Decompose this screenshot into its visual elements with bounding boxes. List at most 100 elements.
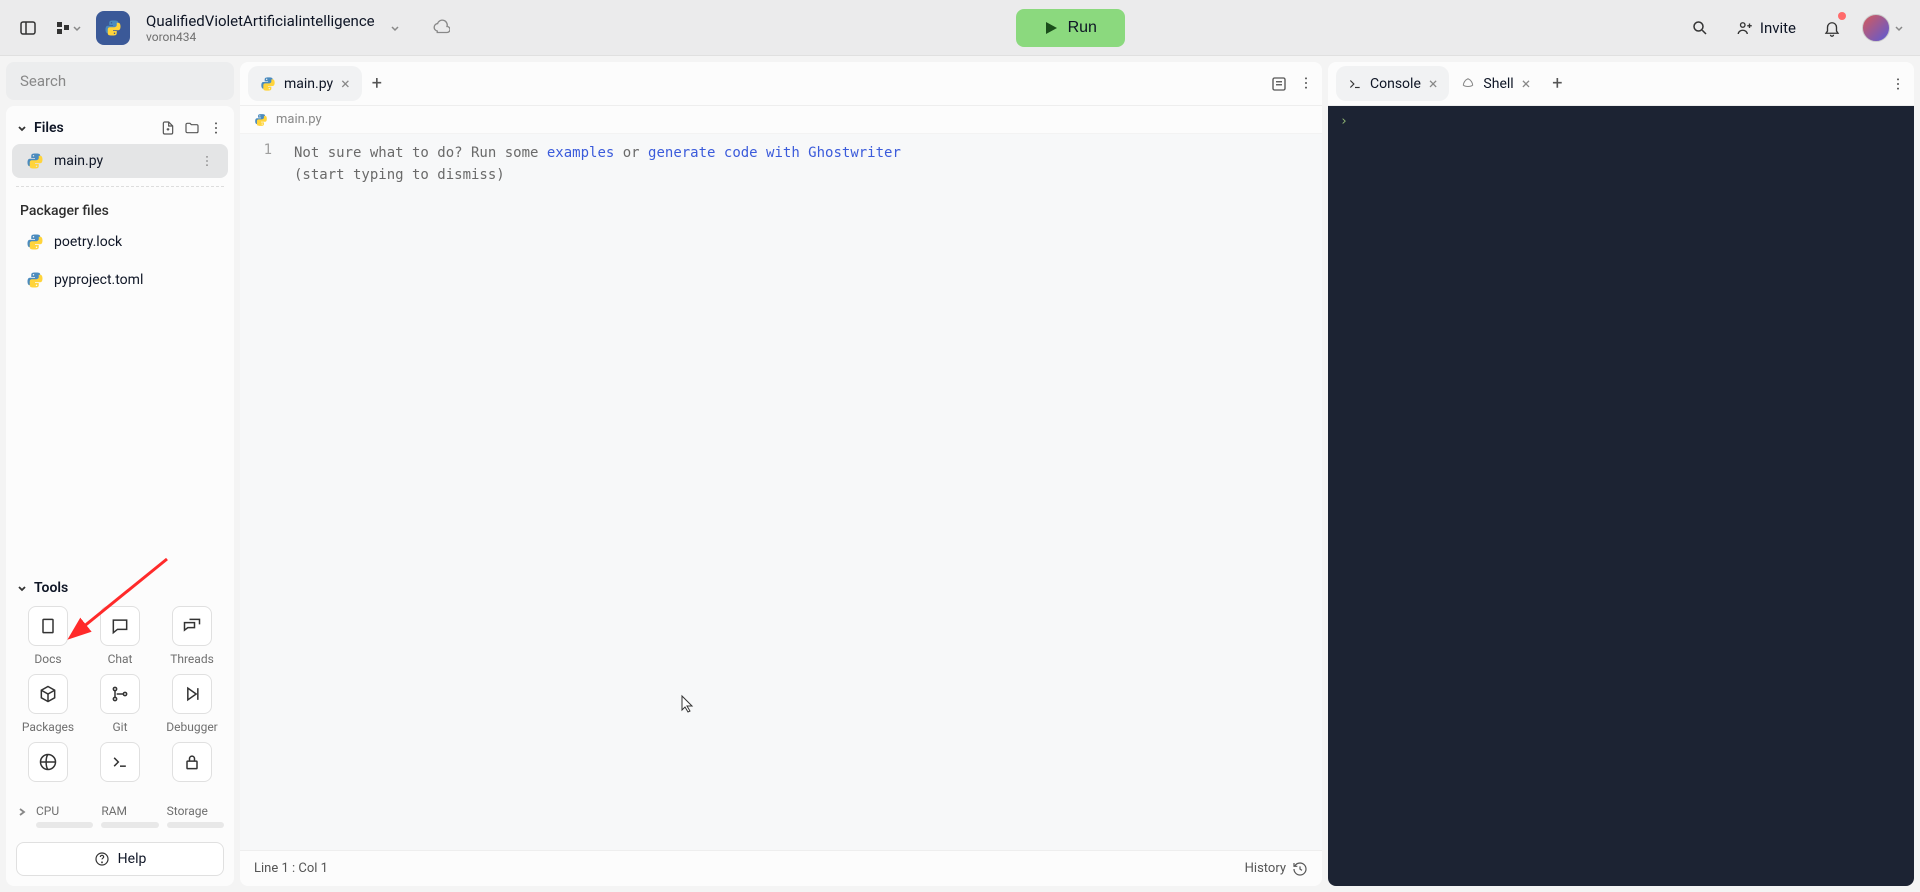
header-left: QualifiedVioletArtificialintelligence vo… (12, 11, 457, 45)
tools-header[interactable]: Tools (16, 576, 224, 606)
top-header: QualifiedVioletArtificialintelligence vo… (0, 0, 1920, 56)
close-icon[interactable]: × (1522, 74, 1531, 93)
packages-icon (28, 674, 68, 714)
tools-section: Tools Docs Chat Threads Packages Git Deb… (6, 568, 234, 796)
tools-title: Tools (34, 580, 68, 596)
resource-cpu: CPU (36, 804, 93, 828)
search-input[interactable]: Search (6, 62, 234, 100)
python-icon (254, 113, 268, 127)
chat-icon (100, 606, 140, 646)
tab-label: main.py (284, 76, 333, 92)
replit-menu-icon[interactable] (52, 12, 84, 44)
debugger-icon (172, 674, 212, 714)
notifications-icon[interactable] (1816, 12, 1848, 44)
console-more-icon[interactable] (1890, 76, 1906, 92)
help-icon (94, 851, 110, 867)
shell-icon (1461, 77, 1475, 91)
tool-debugger[interactable]: Debugger (160, 674, 224, 734)
chevron-right-icon (16, 806, 28, 818)
editor-body[interactable]: 1 Not sure what to do? Run some examples… (240, 134, 1322, 850)
shell-alt-icon (28, 742, 68, 782)
sidebar-toggle-icon[interactable] (12, 12, 44, 44)
tool-docs[interactable]: Docs (16, 606, 80, 666)
chevron-down-icon (16, 582, 28, 594)
tab-main[interactable]: main.py × (248, 66, 362, 101)
chevron-down-icon (1894, 23, 1904, 33)
tool-git[interactable]: Git (88, 674, 152, 734)
lock-icon (172, 742, 212, 782)
terminal-icon (100, 742, 140, 782)
tab-shell[interactable]: Shell × (1449, 66, 1542, 101)
tab-label: Console (1370, 76, 1421, 92)
editor-hint: Not sure what to do? Run some examples o… (294, 142, 1312, 164)
invite-button[interactable]: Invite (1726, 13, 1806, 43)
files-more-icon[interactable] (208, 120, 224, 136)
history-button[interactable]: History (1245, 861, 1286, 876)
files-header[interactable]: Files (6, 114, 234, 142)
resource-storage: Storage (167, 804, 224, 828)
chevron-down-icon (16, 122, 28, 134)
file-item-poetry[interactable]: poetry.lock (12, 225, 228, 259)
console-prompt: › (1340, 114, 1348, 129)
ghostwriter-link[interactable]: generate code with Ghostwriter (648, 145, 901, 161)
console-tabs-bar: Console × Shell × + (1328, 62, 1914, 106)
examples-link[interactable]: examples (547, 145, 614, 161)
add-tab-button[interactable]: + (1552, 73, 1562, 94)
notification-dot (1838, 12, 1846, 20)
packager-label: Packager files (6, 193, 234, 223)
tools-grid: Docs Chat Threads Packages Git Debugger (16, 606, 224, 788)
tool-lock[interactable] (160, 742, 224, 788)
threads-icon (172, 606, 212, 646)
run-button[interactable]: Run (1016, 9, 1125, 47)
files-panel: Files main.py Packager files poetry.lock (6, 106, 234, 886)
python-logo-icon (96, 11, 130, 45)
avatar-menu[interactable] (1858, 12, 1908, 44)
tool-chat[interactable]: Chat (88, 606, 152, 666)
new-folder-icon[interactable] (184, 120, 200, 136)
tool-secrets[interactable] (16, 742, 80, 788)
cursor-position[interactable]: Line 1 : Col 1 (254, 861, 328, 876)
help-label: Help (118, 851, 147, 867)
close-icon[interactable]: × (341, 74, 350, 93)
gutter: 1 (240, 134, 284, 850)
tab-console[interactable]: Console × (1336, 66, 1449, 101)
status-bar: Line 1 : Col 1 History (240, 850, 1322, 886)
person-add-icon (1736, 19, 1754, 37)
project-title: QualifiedVioletArtificialintelligence (146, 12, 375, 30)
deploy-icon[interactable] (425, 12, 457, 44)
breadcrumb-text: main.py (276, 112, 322, 127)
console-body[interactable]: › (1328, 106, 1914, 886)
tool-packages[interactable]: Packages (16, 674, 80, 734)
resources-row[interactable]: CPU RAM Storage (6, 796, 234, 836)
project-info[interactable]: QualifiedVioletArtificialintelligence vo… (146, 12, 375, 44)
docs-icon (28, 606, 68, 646)
code-area[interactable]: Not sure what to do? Run some examples o… (284, 134, 1322, 850)
main-layout: Search Files main.py Packager files (0, 56, 1920, 892)
header-right: Invite (1684, 12, 1908, 44)
editor-hint-suffix: (start typing to dismiss) (294, 164, 1312, 186)
file-name: poetry.lock (54, 234, 122, 250)
help-button[interactable]: Help (16, 842, 224, 876)
new-file-icon[interactable] (160, 120, 176, 136)
outline-icon[interactable] (1270, 75, 1288, 93)
play-icon (1044, 21, 1058, 35)
python-icon (26, 233, 44, 251)
sidebar: Search Files main.py Packager files (6, 62, 234, 886)
python-icon (26, 152, 44, 170)
history-icon[interactable] (1292, 861, 1308, 877)
editor-tabs-bar: main.py × + (240, 62, 1322, 106)
project-chevron-icon[interactable] (389, 22, 401, 34)
file-item-main[interactable]: main.py (12, 144, 228, 178)
file-name: main.py (54, 153, 103, 169)
tool-threads[interactable]: Threads (160, 606, 224, 666)
editor-more-icon[interactable] (1298, 75, 1314, 93)
console-icon (1348, 77, 1362, 91)
tool-terminal[interactable] (88, 742, 152, 788)
editor-pane: main.py × + main.py 1 Not sure what to d… (240, 62, 1322, 886)
add-tab-button[interactable]: + (372, 73, 382, 94)
close-icon[interactable]: × (1429, 74, 1438, 93)
file-item-pyproject[interactable]: pyproject.toml (12, 263, 228, 297)
file-more-icon[interactable] (200, 154, 214, 168)
run-label: Run (1068, 19, 1097, 37)
search-icon[interactable] (1684, 12, 1716, 44)
